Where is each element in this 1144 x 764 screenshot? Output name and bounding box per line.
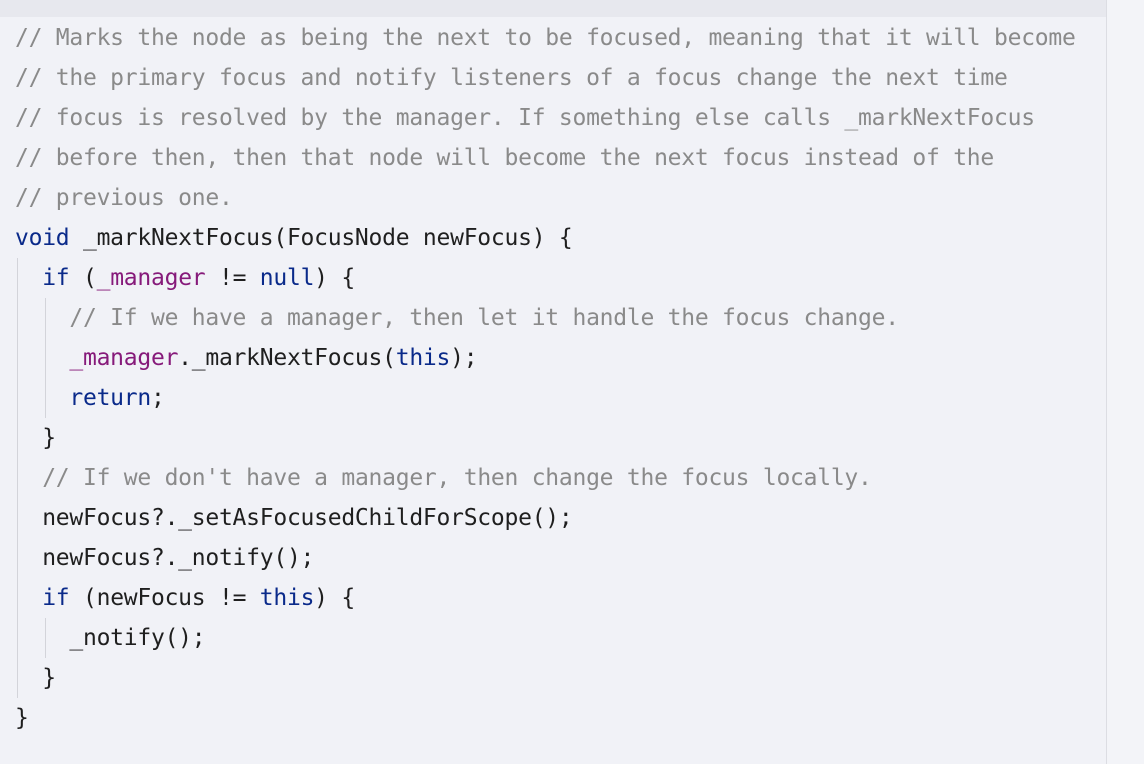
code-line[interactable]: newFocus?._setAsFocusedChildForScope(); bbox=[15, 498, 1105, 538]
code-token-default: newFocus?._notify(); bbox=[15, 545, 315, 571]
code-token-keyword: null bbox=[259, 265, 315, 291]
code-line[interactable]: // If we have a manager, then let it han… bbox=[15, 298, 1105, 338]
code-token-default: } bbox=[15, 665, 56, 691]
code-line[interactable]: // If we don't have a manager, then chan… bbox=[15, 458, 1105, 498]
code-token-default bbox=[15, 265, 42, 291]
code-token-keyword: this bbox=[395, 345, 451, 371]
code-area[interactable]: // Marks the node as being the next to b… bbox=[15, 18, 1105, 738]
code-token-keyword: this bbox=[259, 585, 315, 611]
code-token-default: _notify(); bbox=[15, 625, 206, 651]
code-token-default: ) { bbox=[314, 265, 355, 291]
code-token-default: } bbox=[15, 705, 29, 731]
code-line[interactable]: // focus is resolved by the manager. If … bbox=[15, 98, 1105, 138]
code-line[interactable]: // Marks the node as being the next to b… bbox=[15, 18, 1105, 58]
code-line[interactable]: // previous one. bbox=[15, 178, 1105, 218]
editor-top-strip bbox=[0, 0, 1106, 17]
code-token-field: _manager bbox=[69, 345, 179, 371]
code-token-default bbox=[15, 305, 69, 331]
code-token-keyword: if bbox=[42, 585, 70, 611]
code-token-comment: // If we don't have a manager, then chan… bbox=[42, 465, 872, 491]
code-token-comment: // If we have a manager, then let it han… bbox=[69, 305, 899, 331]
code-token-default: != bbox=[205, 265, 260, 291]
code-token-keyword: return bbox=[69, 385, 151, 411]
code-token-comment: // before then, then that node will beco… bbox=[15, 145, 994, 171]
code-line[interactable]: } bbox=[15, 698, 1105, 738]
code-token-default bbox=[15, 465, 42, 491]
code-token-default bbox=[15, 585, 42, 611]
code-token-default: } bbox=[15, 425, 56, 451]
code-token-default: ._markNextFocus( bbox=[178, 345, 396, 371]
code-line[interactable]: } bbox=[15, 418, 1105, 458]
code-token-default bbox=[15, 345, 69, 371]
code-token-default: ; bbox=[150, 385, 165, 411]
code-token-comment: // focus is resolved by the manager. If … bbox=[15, 105, 1035, 131]
code-line[interactable]: if (_manager != null) { bbox=[15, 258, 1105, 298]
code-line[interactable]: if (newFocus != this) { bbox=[15, 578, 1105, 618]
code-line[interactable]: } bbox=[15, 658, 1105, 698]
code-line[interactable]: _manager._markNextFocus(this); bbox=[15, 338, 1105, 378]
code-editor[interactable]: // Marks the node as being the next to b… bbox=[0, 0, 1144, 764]
code-token-field: _manager bbox=[96, 265, 206, 291]
code-token-default: ); bbox=[450, 345, 478, 371]
code-token-keyword: void bbox=[15, 225, 70, 251]
code-token-default bbox=[15, 385, 69, 411]
code-line[interactable]: _notify(); bbox=[15, 618, 1105, 658]
code-line[interactable]: // before then, then that node will beco… bbox=[15, 138, 1105, 178]
code-token-default: _markNextFocus(FocusNode newFocus) { bbox=[69, 225, 573, 251]
code-line[interactable]: // the primary focus and notify listener… bbox=[15, 58, 1105, 98]
code-token-default: (newFocus != bbox=[69, 585, 260, 611]
editor-right-margin bbox=[1106, 0, 1144, 764]
code-line[interactable]: return; bbox=[15, 378, 1105, 418]
code-token-default: ( bbox=[69, 265, 97, 291]
code-token-default: ) { bbox=[314, 585, 355, 611]
code-line[interactable]: newFocus?._notify(); bbox=[15, 538, 1105, 578]
code-token-default: newFocus?._setAsFocusedChildForScope(); bbox=[15, 505, 573, 531]
code-token-keyword: if bbox=[42, 265, 70, 291]
code-token-comment: // the primary focus and notify listener… bbox=[15, 65, 1008, 91]
code-token-comment: // Marks the node as being the next to b… bbox=[15, 25, 1076, 51]
code-token-comment: // previous one. bbox=[15, 185, 233, 211]
code-line[interactable]: void _markNextFocus(FocusNode newFocus) … bbox=[15, 218, 1105, 258]
